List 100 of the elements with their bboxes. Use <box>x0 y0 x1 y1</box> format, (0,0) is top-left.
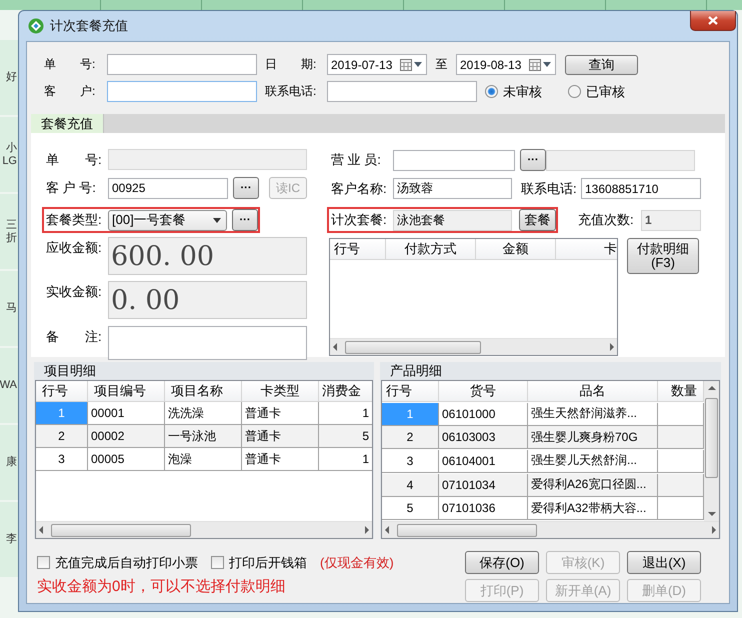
column-header: 货号 <box>439 381 528 402</box>
field-label: 营 业 员: <box>330 151 382 169</box>
table-cell: 4 <box>382 474 439 497</box>
side-label: 马 <box>6 302 17 315</box>
column-header: 卡类型 <box>242 381 319 402</box>
dropdown[interactable]: [00]一号套餐 <box>108 210 227 230</box>
field-label: 应收金额: <box>45 239 103 257</box>
input-field[interactable]: 13608851710 <box>581 178 701 199</box>
column-header: 品名 <box>528 381 658 402</box>
checkbox[interactable] <box>211 556 224 569</box>
input-field[interactable] <box>393 150 515 170</box>
side-card[interactable]: WA <box>0 348 18 423</box>
table-cell: 00005 <box>88 448 165 471</box>
table-cell: 1 <box>382 402 439 426</box>
panel-header: 产品明细 <box>389 362 443 380</box>
horizontal-scrollbar[interactable] <box>36 521 372 538</box>
input-field[interactable] <box>108 326 307 360</box>
payment-detail-button[interactable]: 付款明细 (F3) <box>627 238 699 274</box>
field-label: 客 户: <box>44 83 96 100</box>
table-cell: 07101034 <box>439 474 528 497</box>
input-field[interactable]: 泳池套餐 <box>393 210 512 230</box>
table-cell: 强生婴儿天然舒润... <box>528 450 658 473</box>
table-cell: 5 <box>382 497 439 520</box>
table-cell <box>658 497 704 520</box>
field-label: 备 注: <box>45 328 103 346</box>
table-cell: 一号泳池 <box>165 425 242 448</box>
warning-text: 实收金额为0时，可以不选择付款明细 <box>37 577 286 596</box>
table-cell: 泡澡 <box>165 448 242 471</box>
input-field[interactable] <box>107 81 257 102</box>
panel-header: 项目明细 <box>43 362 97 380</box>
input-field[interactable] <box>327 81 477 102</box>
vertical-scrollbar[interactable] <box>704 381 719 521</box>
query-button[interactable]: 查询 <box>565 54 638 74</box>
input-field[interactable] <box>108 149 307 170</box>
column-header: 行号 <box>36 381 88 402</box>
side-card[interactable]: 小 LG <box>0 117 18 192</box>
checkbox-label: 打印后开钱箱 <box>229 554 307 572</box>
input-field[interactable]: 00925 <box>108 178 228 198</box>
column-header: 金额 <box>476 239 556 260</box>
table-cell: 2 <box>36 425 88 448</box>
browse-button[interactable]: ··· <box>233 177 259 199</box>
input-field[interactable]: 1 <box>641 210 701 230</box>
field-label: 联系电话: <box>265 83 318 100</box>
field-label: 联系电话: <box>521 180 578 198</box>
input-field[interactable] <box>107 54 257 75</box>
table-cell <box>658 426 704 450</box>
side-label: 李 <box>6 533 17 546</box>
side-label: 折 <box>6 232 17 244</box>
side-card[interactable]: 马 <box>0 271 18 346</box>
side-card[interactable]: 康 <box>0 425 18 500</box>
side-card[interactable]: 三 折 <box>0 194 18 269</box>
field-label: 单 号: <box>44 56 96 73</box>
caret-icon <box>543 62 551 67</box>
side-card[interactable]: 好 <box>0 40 18 115</box>
column-header: 项目名称 <box>165 381 242 402</box>
window-title: 计次套餐充值 <box>50 17 128 35</box>
radio-label: 已审核 <box>586 82 625 100</box>
package-button[interactable]: 套餐 <box>519 209 556 231</box>
column-header: 项目编号 <box>88 381 165 402</box>
calendar-icon <box>529 58 541 70</box>
side-card[interactable]: 李 <box>0 502 18 577</box>
close-icon <box>708 16 718 25</box>
column-header: 消费金 <box>319 381 372 402</box>
browse-button[interactable]: ··· <box>232 209 258 231</box>
table-cell: 强生婴儿爽身粉70G <box>528 426 658 450</box>
horizontal-scrollbar[interactable] <box>382 521 719 538</box>
table-cell: 普通卡 <box>242 448 319 471</box>
cash-note: (仅现金有效) <box>320 554 394 572</box>
table-cell <box>658 474 704 497</box>
field-label: 套餐类型: <box>45 211 103 229</box>
close-button[interactable] <box>690 11 736 31</box>
table-cell: 1 <box>36 402 88 425</box>
table-cell: 洗洗澡 <box>165 402 242 425</box>
tab[interactable]: 套餐充值 <box>31 114 104 133</box>
caret-icon <box>213 218 221 222</box>
table-cell: 06101000 <box>439 402 528 426</box>
table-cell: 5 <box>319 425 372 448</box>
field-label: 客 户 号: <box>45 179 97 197</box>
column-header: 行号 <box>382 381 439 402</box>
table-cell: 普通卡 <box>242 402 319 425</box>
column-header: 卡 <box>556 239 617 260</box>
radio-button[interactable] <box>485 85 498 98</box>
field-label: 客户名称: <box>330 180 388 198</box>
action-button[interactable]: 保存(O) <box>465 551 539 574</box>
field-label: 充值次数: <box>578 211 635 229</box>
horizontal-scrollbar[interactable] <box>330 338 617 355</box>
input-field[interactable] <box>546 150 695 170</box>
table-cell <box>658 402 704 426</box>
input-field[interactable]: 汤致蓉 <box>393 178 512 199</box>
radio-button[interactable] <box>568 85 581 98</box>
date-field[interactable]: 2019-07-13 <box>327 54 427 75</box>
table-cell <box>658 450 704 473</box>
table-cell: 爱得利A32带柄大容... <box>528 497 658 520</box>
browse-button[interactable]: ··· <box>520 149 546 171</box>
table-cell: 普通卡 <box>242 425 319 448</box>
table-cell: 爱得利A26宽口径圆... <box>528 474 658 497</box>
date-field[interactable]: 2019-08-13 <box>456 54 556 75</box>
field-label: 计次套餐: <box>330 211 388 229</box>
checkbox[interactable] <box>37 556 50 569</box>
action-button[interactable]: 退出(X) <box>627 551 701 574</box>
